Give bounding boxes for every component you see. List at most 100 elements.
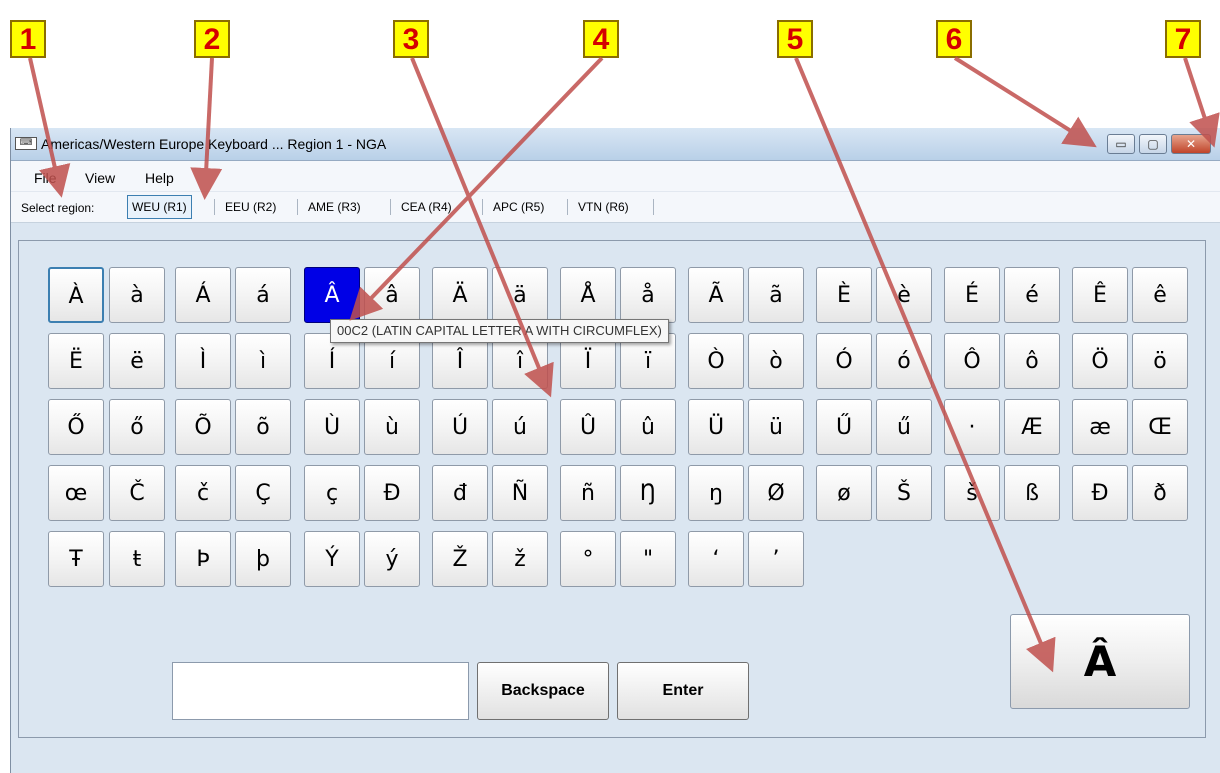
key-button[interactable]: ì (235, 333, 291, 389)
key-button[interactable]: Å (560, 267, 616, 323)
key-button[interactable]: œ (48, 465, 104, 521)
key-button[interactable]: ű (876, 399, 932, 455)
key-button[interactable]: þ (235, 531, 291, 587)
key-button[interactable]: ő (109, 399, 165, 455)
key-button[interactable]: É (944, 267, 1000, 323)
key-button[interactable]: ô (1004, 333, 1060, 389)
key-button[interactable]: ú (492, 399, 548, 455)
key-button[interactable]: ö (1132, 333, 1188, 389)
key-button[interactable]: Û (560, 399, 616, 455)
key-button[interactable]: ŋ (688, 465, 744, 521)
maximize-button[interactable]: ▢ (1139, 134, 1167, 154)
key-button[interactable]: ð (1132, 465, 1188, 521)
key-button[interactable]: Ä (432, 267, 488, 323)
key-button[interactable]: Õ (175, 399, 231, 455)
key-button[interactable]: Ő (48, 399, 104, 455)
key-button[interactable]: Œ (1132, 399, 1188, 455)
keyboard-icon: ⌨ (15, 137, 37, 150)
key-button[interactable]: ë (109, 333, 165, 389)
key-button[interactable]: ° (560, 531, 616, 587)
key-button[interactable]: š (944, 465, 1000, 521)
key-button[interactable]: Æ (1004, 399, 1060, 455)
key-button[interactable]: ß (1004, 465, 1060, 521)
key-button[interactable]: à (109, 267, 165, 323)
key-button[interactable]: đ (432, 465, 488, 521)
key-button[interactable]: Â (304, 267, 360, 323)
key-button[interactable]: ò (748, 333, 804, 389)
menu-help[interactable]: Help (145, 170, 174, 186)
title-bar[interactable]: ⌨ Americas/Western Europe Keyboard ... R… (11, 128, 1220, 161)
key-button[interactable]: è (876, 267, 932, 323)
key-button[interactable]: Ø (748, 465, 804, 521)
key-button[interactable]: Ý (304, 531, 360, 587)
key-button[interactable]: È (816, 267, 872, 323)
output-text-field[interactable] (172, 662, 469, 720)
key-button[interactable]: " (620, 531, 676, 587)
callout-3: 3 (393, 20, 429, 58)
region-apc[interactable]: APC (R5) (488, 195, 549, 219)
key-button[interactable]: ã (748, 267, 804, 323)
callout-7: 7 (1165, 20, 1201, 58)
key-button[interactable]: Đ (364, 465, 420, 521)
key-button[interactable]: å (620, 267, 676, 323)
close-button[interactable]: ✕ (1171, 134, 1211, 154)
menu-file[interactable]: File (34, 170, 57, 186)
key-button[interactable]: æ (1072, 399, 1128, 455)
key-button[interactable]: Ã (688, 267, 744, 323)
key-button[interactable]: ü (748, 399, 804, 455)
key-button[interactable]: Ù (304, 399, 360, 455)
character-preview-button[interactable]: Â (1010, 614, 1190, 709)
region-eeu[interactable]: EEU (R2) (220, 195, 281, 219)
menu-view[interactable]: View (85, 170, 115, 186)
key-button[interactable]: Ŧ (48, 531, 104, 587)
key-button[interactable]: Á (175, 267, 231, 323)
key-button[interactable]: Ű (816, 399, 872, 455)
key-button[interactable]: Ü (688, 399, 744, 455)
key-button[interactable]: Ò (688, 333, 744, 389)
key-button[interactable]: Ì (175, 333, 231, 389)
enter-button[interactable]: Enter (617, 662, 749, 720)
key-button[interactable]: Ŋ (620, 465, 676, 521)
key-button[interactable]: Ó (816, 333, 872, 389)
key-button[interactable]: Ð (1072, 465, 1128, 521)
key-button[interactable]: Ö (1072, 333, 1128, 389)
key-button[interactable]: ê (1132, 267, 1188, 323)
key-button[interactable]: â (364, 267, 420, 323)
key-button[interactable]: ŧ (109, 531, 165, 587)
key-button[interactable]: ä (492, 267, 548, 323)
key-button[interactable]: Š (876, 465, 932, 521)
region-ame[interactable]: AME (R3) (303, 195, 366, 219)
key-button[interactable]: Č (109, 465, 165, 521)
key-button[interactable]: ó (876, 333, 932, 389)
key-button[interactable]: č (175, 465, 231, 521)
key-button[interactable]: ý (364, 531, 420, 587)
key-button[interactable]: é (1004, 267, 1060, 323)
key-button[interactable]: á (235, 267, 291, 323)
key-button[interactable]: ž (492, 531, 548, 587)
key-button[interactable]: ‘ (688, 531, 744, 587)
key-button[interactable]: Ú (432, 399, 488, 455)
region-separator (653, 199, 654, 215)
region-weu[interactable]: WEU (R1) (127, 195, 192, 219)
key-button[interactable]: · (944, 399, 1000, 455)
key-button[interactable]: Ê (1072, 267, 1128, 323)
key-button[interactable]: û (620, 399, 676, 455)
minimize-button[interactable]: ▭ (1107, 134, 1135, 154)
key-button[interactable]: ’ (748, 531, 804, 587)
key-button[interactable]: Ç (235, 465, 291, 521)
key-button[interactable]: ù (364, 399, 420, 455)
region-cea[interactable]: CEA (R4) (396, 195, 457, 219)
callout-5: 5 (777, 20, 813, 58)
key-button[interactable]: Ë (48, 333, 104, 389)
region-vtn[interactable]: VTN (R6) (573, 195, 634, 219)
key-button[interactable]: Ô (944, 333, 1000, 389)
key-button[interactable]: Ž (432, 531, 488, 587)
key-button[interactable]: ø (816, 465, 872, 521)
key-button[interactable]: Ñ (492, 465, 548, 521)
key-button[interactable]: ñ (560, 465, 616, 521)
key-button[interactable]: õ (235, 399, 291, 455)
key-button[interactable]: Þ (175, 531, 231, 587)
key-button[interactable]: ç (304, 465, 360, 521)
backspace-button[interactable]: Backspace (477, 662, 609, 720)
key-button[interactable]: À (48, 267, 104, 323)
